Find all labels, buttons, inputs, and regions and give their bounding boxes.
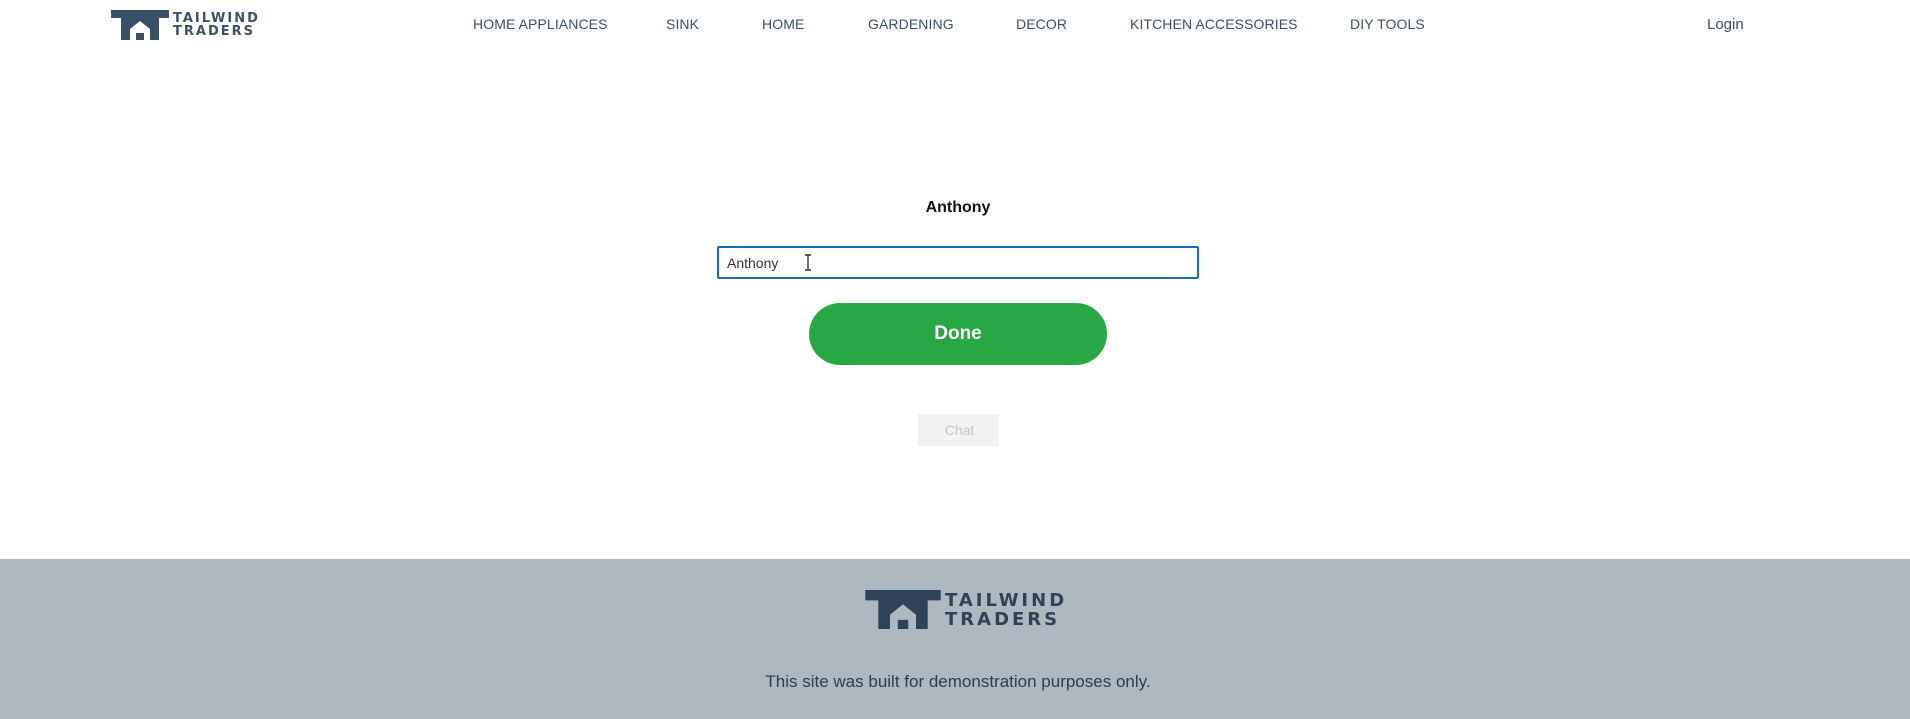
login-link[interactable]: Login [1707,16,1744,33]
nav-item-diy-tools[interactable]: DIY TOOLS [1350,16,1425,32]
house-logo-icon [111,10,169,40]
footer-brand-line2: TRADERS [945,608,1061,630]
nav-item-gardening[interactable]: GARDENING [868,16,954,32]
nav-item-home-appliances[interactable]: HOME APPLIANCES [473,16,608,32]
nav-item-decor[interactable]: DECOR [1016,16,1067,32]
brand-name-line2: TRADERS [173,24,255,39]
chat-button[interactable]: Chat [918,414,999,446]
brand-logo[interactable]: TAILWIND TRADERS [111,10,260,40]
main-content: Anthony Done Chat [0,52,1910,559]
name-heading: Anthony [925,199,991,216]
footer-brand-logo: TAILWIND TRADERS [865,590,1067,629]
brand-wordmark: TAILWIND TRADERS [173,12,260,38]
name-input[interactable] [717,246,1199,279]
site-footer: TAILWIND TRADERS This site was built for… [0,559,1910,719]
nav-item-home[interactable]: HOME [762,16,804,32]
done-button[interactable]: Done [809,303,1107,365]
nav-item-kitchen-accessories[interactable]: KITCHEN ACCESSORIES [1130,16,1298,32]
footer-brand-wordmark: TAILWIND TRADERS [945,591,1067,629]
nav-item-sink[interactable]: SINK [666,16,699,32]
footer-brand-line1: TAILWIND [945,589,1068,611]
footer-disclaimer: This site was built for demonstration pu… [765,672,1151,691]
site-header: TAILWIND TRADERS HOME APPLIANCES SINK HO… [0,0,1910,52]
footer-house-logo-icon [865,590,941,629]
